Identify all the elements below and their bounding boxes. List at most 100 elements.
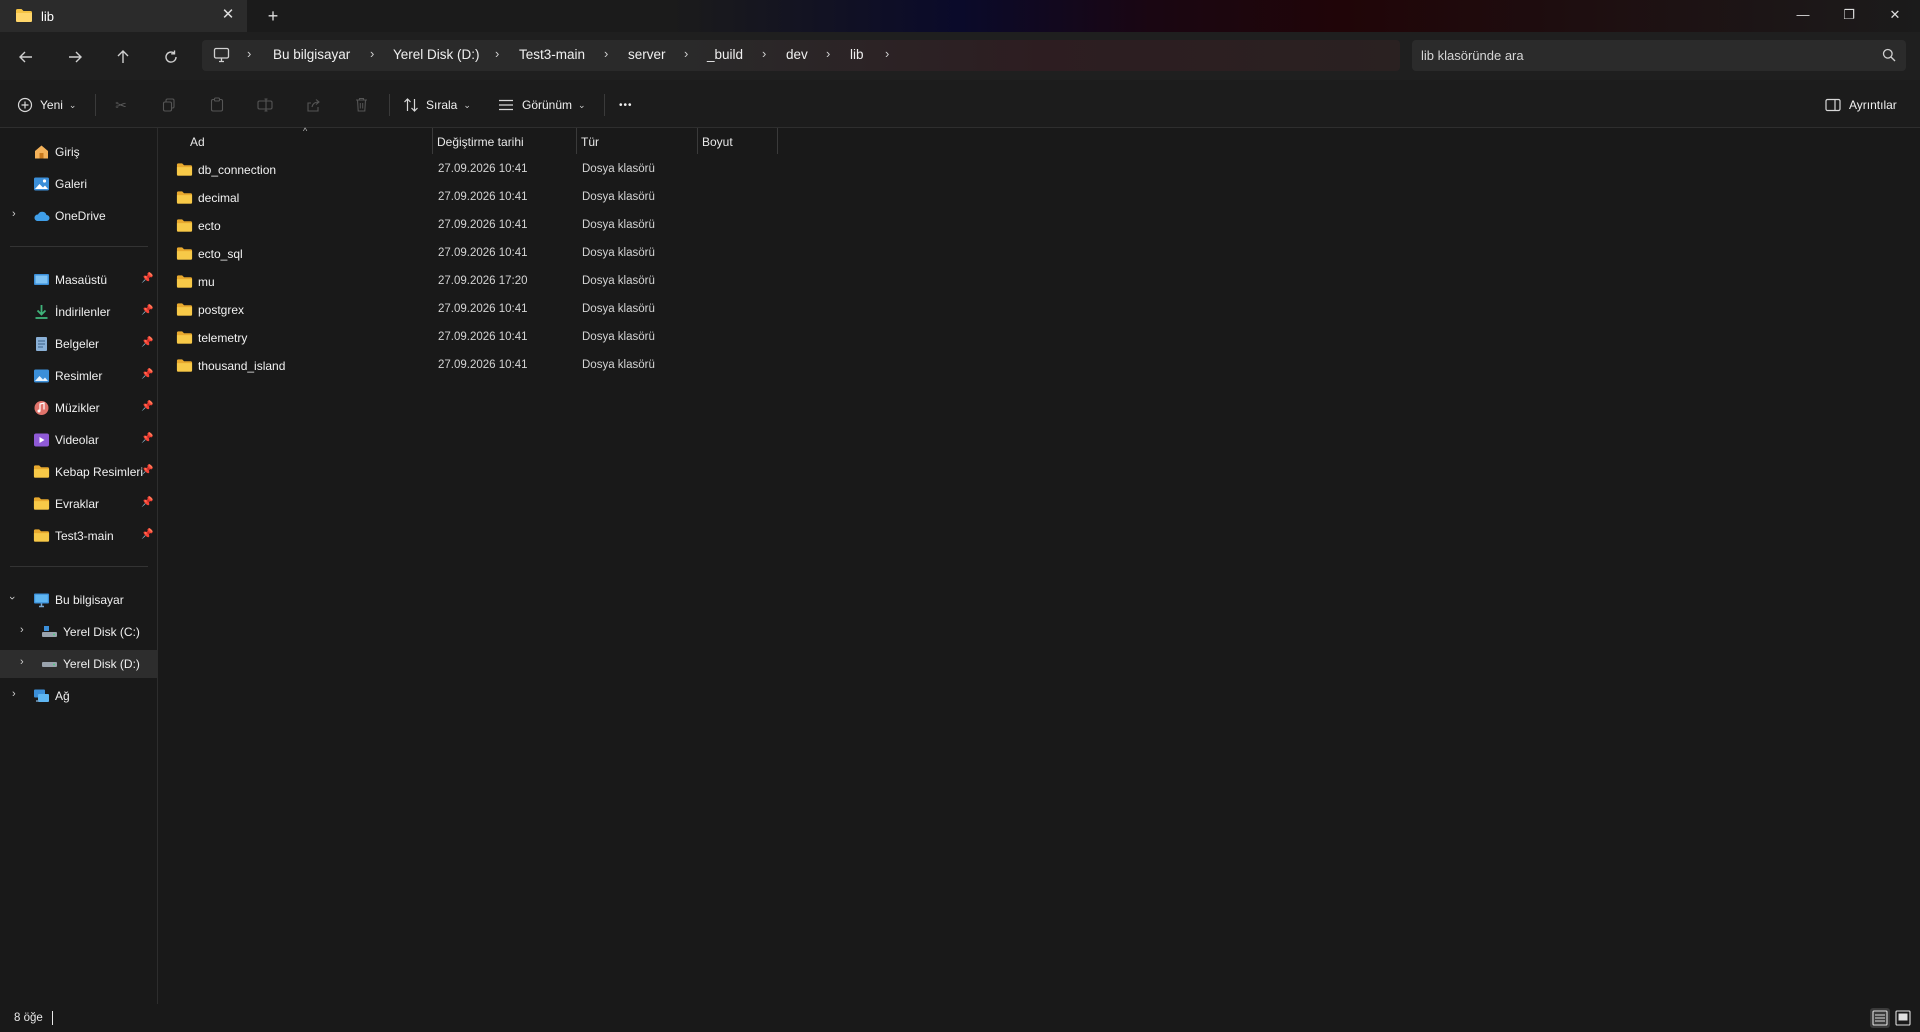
pin-icon[interactable]: 📌 [141, 273, 153, 284]
sidebar-item-evraklar[interactable]: Evraklar 📌 [0, 490, 157, 518]
network-icon [33, 688, 50, 704]
delete-icon[interactable] [350, 94, 372, 116]
computer-icon[interactable] [213, 47, 230, 68]
close-window-button[interactable]: ✕ [1872, 0, 1918, 30]
chevron-right-icon[interactable]: › [684, 46, 688, 61]
search-input[interactable]: lib klasöründe ara [1412, 40, 1906, 71]
table-row[interactable]: mu 27.09.2026 17:20 Dosya klasörü [159, 268, 779, 296]
breadcrumb-item[interactable]: lib [850, 47, 864, 62]
breadcrumb-item[interactable]: Bu bilgisayar [273, 47, 350, 62]
cut-icon[interactable]: ✂ [110, 94, 132, 116]
breadcrumb-item[interactable]: dev [786, 47, 808, 62]
chevron-down-icon[interactable]: › [6, 596, 18, 600]
chevron-right-icon[interactable]: › [885, 46, 889, 61]
column-header-date[interactable]: Değiştirme tarihi [433, 128, 576, 154]
address-bar[interactable]: › Bu bilgisayar › Yerel Disk (D:) › Test… [202, 40, 1400, 71]
breadcrumb-item[interactable]: server [628, 47, 666, 62]
file-type: Dosya klasörü [582, 275, 655, 287]
table-row[interactable]: ecto_sql 27.09.2026 10:41 Dosya klasörü [159, 240, 779, 268]
minimize-button[interactable]: — [1780, 0, 1826, 30]
pin-icon[interactable]: 📌 [141, 497, 153, 508]
sidebar-item-drive-d[interactable]: › Yerel Disk (D:) [0, 650, 157, 678]
chevron-right-icon[interactable]: › [495, 46, 499, 61]
table-row[interactable]: ecto 27.09.2026 10:41 Dosya klasörü [159, 212, 779, 240]
sidebar-item-videos[interactable]: Videolar 📌 [0, 426, 157, 454]
chevron-right-icon[interactable]: › [12, 688, 16, 700]
file-name[interactable]: mu [198, 275, 215, 289]
sidebar-item-documents[interactable]: Belgeler 📌 [0, 330, 157, 358]
sidebar-item-pictures[interactable]: Resimler 📌 [0, 362, 157, 390]
home-icon [33, 144, 50, 160]
details-pane-button[interactable]: Ayrıntılar [1825, 94, 1897, 116]
sidebar-item-gallery[interactable]: Galeri [0, 170, 157, 198]
sidebar-item-downloads[interactable]: İndirilenler 📌 [0, 298, 157, 326]
chevron-right-icon[interactable]: › [20, 656, 24, 668]
sidebar-item-desktop[interactable]: Masaüstü 📌 [0, 266, 157, 294]
copy-icon[interactable] [158, 94, 180, 116]
chevron-right-icon[interactable]: › [247, 46, 251, 61]
sidebar-item-music[interactable]: Müzikler 📌 [0, 394, 157, 422]
table-row[interactable]: db_connection 27.09.2026 10:41 Dosya klasö… [159, 156, 779, 184]
search-icon[interactable] [1882, 48, 1896, 67]
chevron-right-icon[interactable]: › [762, 46, 766, 61]
file-name[interactable]: ecto_sql [198, 247, 243, 261]
column-divider[interactable] [777, 128, 778, 154]
up-button[interactable] [109, 44, 137, 70]
file-name[interactable]: db_connection [198, 163, 276, 177]
sidebar-item-onedrive[interactable]: › OneDrive [0, 202, 157, 230]
breadcrumb-item[interactable]: Test3-main [519, 47, 585, 62]
refresh-icon [165, 50, 177, 63]
new-tab-button[interactable]: + [262, 5, 284, 27]
paste-icon[interactable] [206, 94, 228, 116]
refresh-button[interactable] [157, 44, 185, 70]
sidebar-item-drive-c[interactable]: › Yerel Disk (C:) [0, 618, 157, 646]
chevron-right-icon[interactable]: › [370, 46, 374, 61]
more-options-button[interactable]: ••• [619, 94, 633, 116]
forward-button[interactable] [61, 44, 89, 70]
column-header-type[interactable]: Tür [577, 128, 697, 154]
back-button[interactable] [12, 44, 40, 70]
file-type: Dosya klasörü [582, 219, 655, 231]
chevron-right-icon[interactable]: › [12, 208, 16, 220]
table-row[interactable]: thousand_island 27.09.2026 10:41 Dosya kla… [159, 352, 779, 380]
pin-icon[interactable]: 📌 [141, 305, 153, 316]
sidebar-item-test3-main[interactable]: Test3-main 📌 [0, 522, 157, 550]
share-icon[interactable] [302, 94, 324, 116]
pin-icon[interactable]: 📌 [141, 529, 153, 540]
breadcrumb-item[interactable]: _build [707, 47, 743, 62]
chevron-right-icon[interactable]: › [604, 46, 608, 61]
folder-icon [176, 358, 193, 378]
file-name[interactable]: decimal [198, 191, 239, 205]
details-view-button[interactable] [1870, 1008, 1890, 1028]
file-name[interactable]: telemetry [198, 331, 247, 345]
new-button[interactable]: Yeni ⌄ [17, 94, 76, 116]
view-button[interactable]: Görünüm ⌄ [498, 94, 586, 116]
tab-lib[interactable]: lib ✕ [0, 0, 247, 32]
pin-icon[interactable]: 📌 [141, 401, 153, 412]
table-row[interactable]: postgrex 27.09.2026 10:41 Dosya klasörü [159, 296, 779, 324]
chevron-right-icon[interactable]: › [20, 624, 24, 636]
file-name[interactable]: postgrex [198, 303, 244, 317]
pin-icon[interactable]: 📌 [141, 433, 153, 444]
close-tab-button[interactable]: ✕ [218, 5, 238, 25]
rename-icon[interactable] [254, 94, 276, 116]
pin-icon[interactable]: 📌 [141, 337, 153, 348]
sidebar-item-this-pc[interactable]: › Bu bilgisayar [0, 586, 157, 614]
sidebar-item-network[interactable]: › Ağ [0, 682, 157, 710]
restore-button[interactable]: ❐ [1826, 0, 1872, 30]
pin-icon[interactable]: 📌 [141, 369, 153, 380]
table-row[interactable]: decimal 27.09.2026 10:41 Dosya klasörü [159, 184, 779, 212]
file-name[interactable]: ecto [198, 219, 221, 233]
sort-button[interactable]: Sırala ⌄ [403, 94, 471, 116]
column-header-size[interactable]: Boyut [698, 128, 777, 154]
file-name[interactable]: thousand_island [198, 359, 285, 373]
table-row[interactable]: telemetry 27.09.2026 10:41 Dosya klasörü [159, 324, 779, 352]
sidebar-item-label: Bu bilgisayar [55, 593, 124, 607]
column-header-name[interactable]: ^ Ad [159, 126, 432, 154]
breadcrumb-item[interactable]: Yerel Disk (D:) [393, 47, 480, 62]
chevron-right-icon[interactable]: › [826, 46, 830, 61]
sidebar-item-kebap-resimleri[interactable]: Kebap Resimleri 📌 [0, 458, 157, 486]
large-icons-view-button[interactable] [1893, 1008, 1913, 1028]
sidebar-item-home[interactable]: Giriş [0, 138, 157, 166]
pin-icon[interactable]: 📌 [141, 465, 153, 476]
